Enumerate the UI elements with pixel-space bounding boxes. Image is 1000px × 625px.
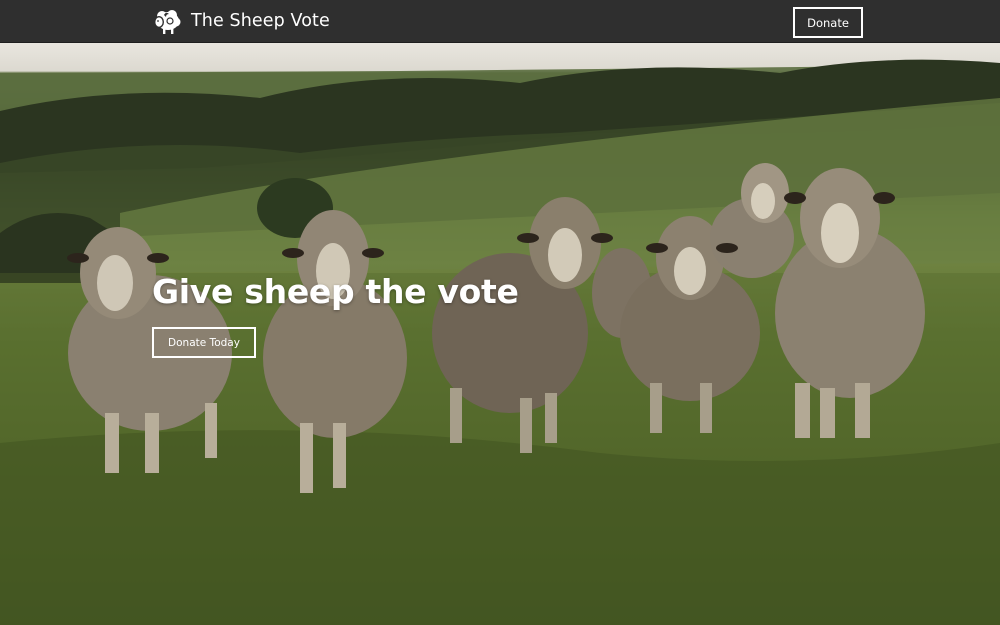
- hero-title: Give sheep the vote: [152, 272, 519, 311]
- hero-background-image: [0, 59, 1000, 625]
- sheep-icon: [154, 10, 181, 34]
- hero-section: Give sheep the vote Donate Today: [0, 43, 1000, 625]
- navbar: The Sheep Vote Donate: [0, 0, 1000, 43]
- donate-button[interactable]: Donate: [793, 7, 863, 38]
- brand-name: The Sheep Vote: [191, 11, 330, 31]
- donate-today-button[interactable]: Donate Today: [152, 327, 256, 358]
- brand-link[interactable]: The Sheep Vote: [152, 6, 330, 36]
